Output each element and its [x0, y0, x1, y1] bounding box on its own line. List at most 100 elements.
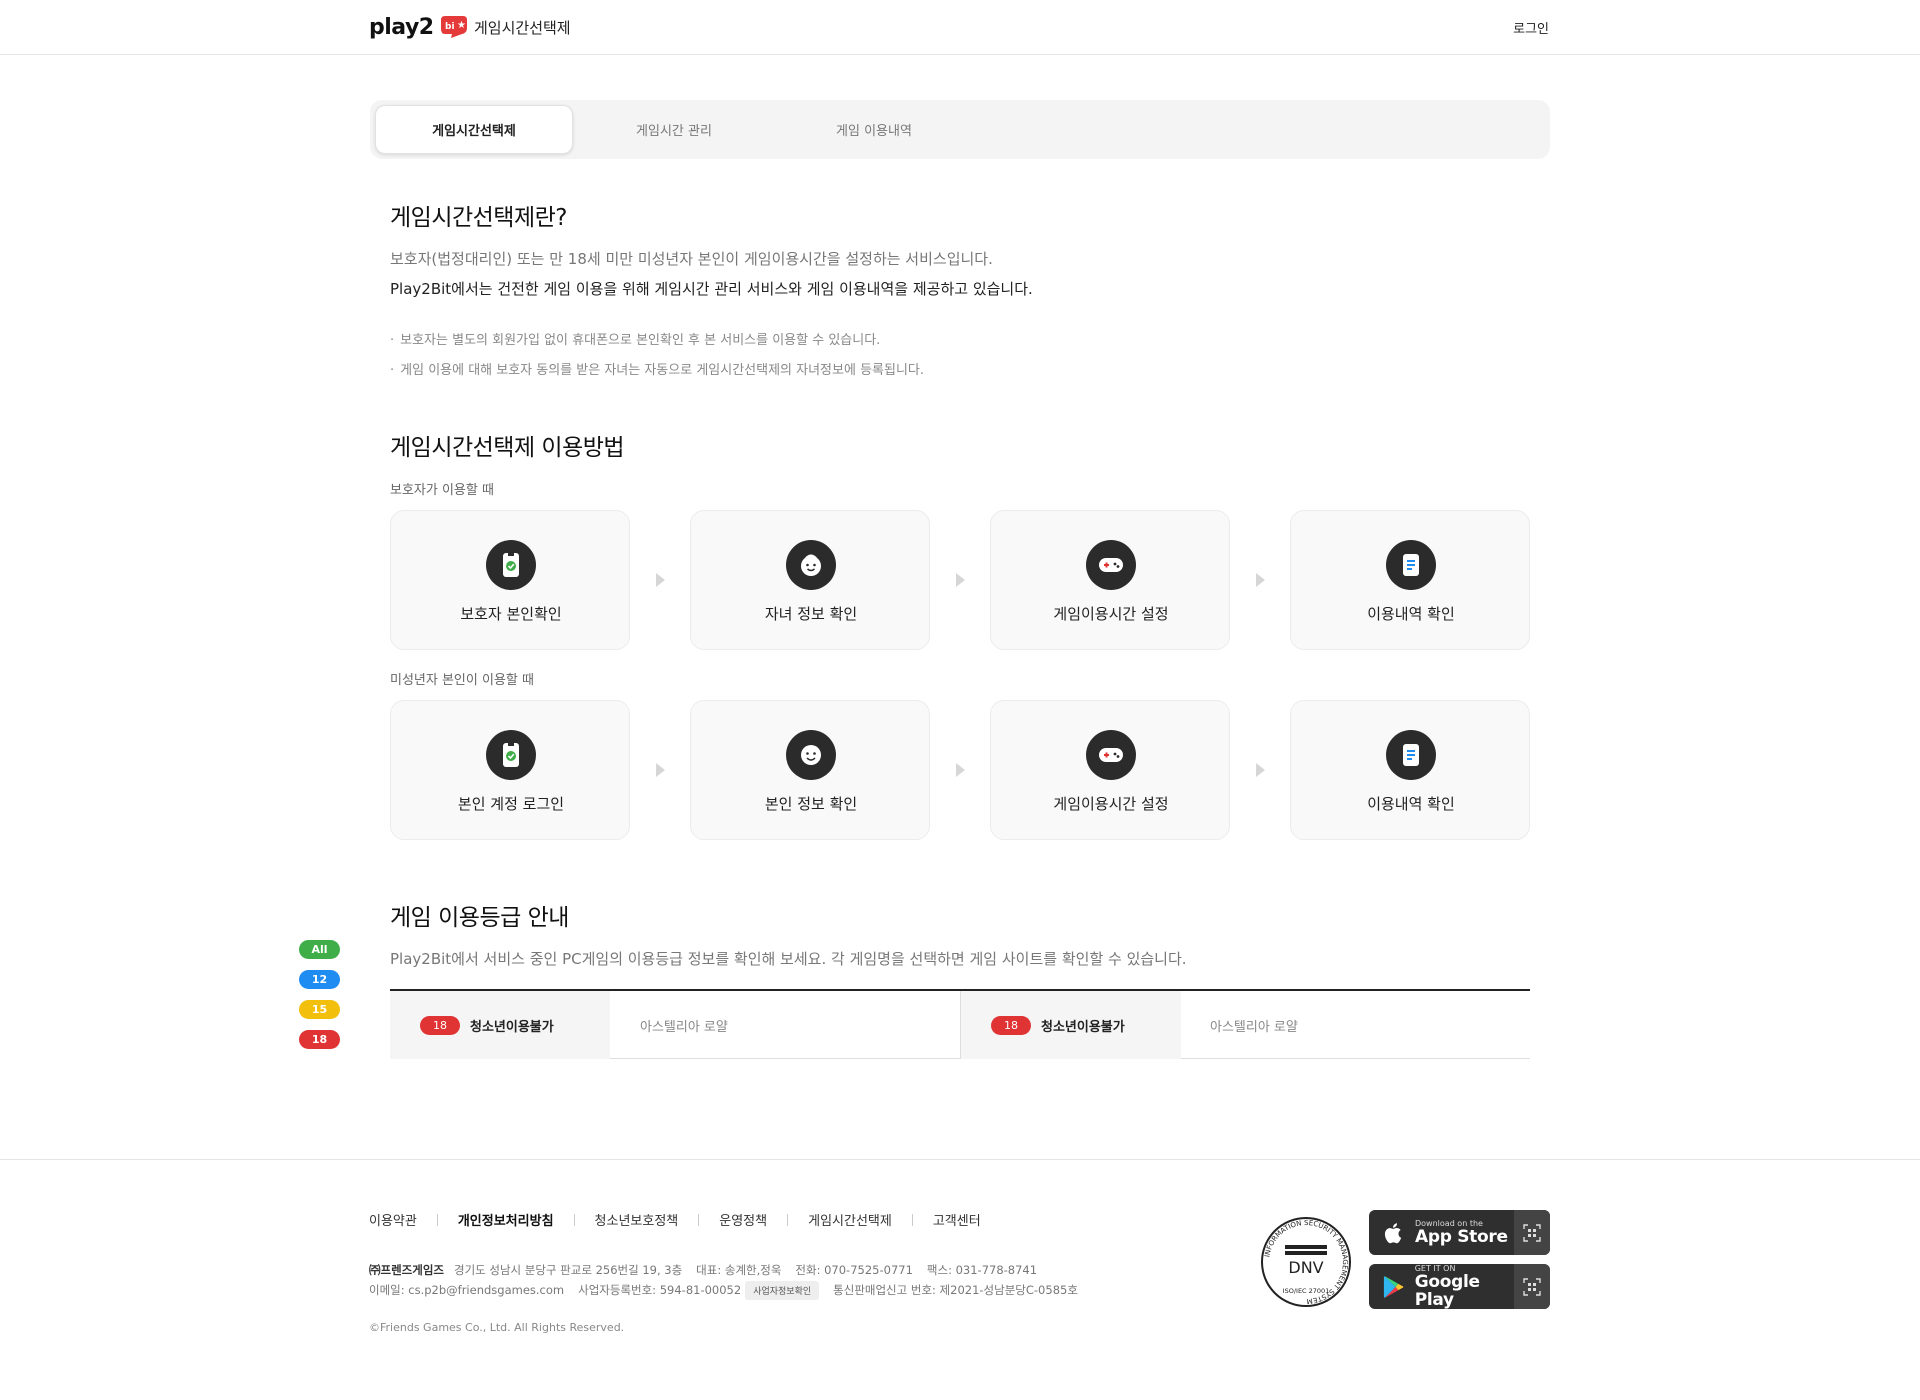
intro-desc-2: Play2Bit에서는 건전한 게임 이용을 위해 게임시간 관리 서비스와 게… [390, 280, 1033, 298]
step-label: 이용내역 확인 [1367, 605, 1455, 623]
svg-text:bi: bi [445, 22, 455, 32]
footer-link-privacy[interactable]: 개인정보처리방침 [458, 1210, 554, 1229]
step-card-game-time: 게임이용시간 설정 [990, 510, 1230, 650]
step-label: 보호자 본인확인 [460, 605, 562, 623]
intro-bullet-2: 게임 이용에 대해 보호자 동의를 받은 자녀는 자동으로 게임시간선택제의 자… [390, 359, 924, 378]
footer-link-youth-policy[interactable]: 청소년보호정책 [595, 1210, 679, 1229]
service-name: 게임시간선택제 [474, 19, 571, 37]
game-link-astellia[interactable]: 아스텔리아 로얄 [1210, 991, 1298, 1059]
step-label: 본인 계정 로그인 [457, 795, 565, 813]
child-face-icon [786, 540, 836, 590]
logo-badge-icon: bi ★ [440, 16, 467, 38]
step-label: 이용내역 확인 [1367, 795, 1455, 813]
step-card-history: 이용내역 확인 [1290, 700, 1530, 840]
step-label: 게임이용시간 설정 [1053, 795, 1169, 813]
document-icon [1386, 540, 1436, 590]
app-store-button[interactable]: Download on the App Store [1369, 1210, 1550, 1255]
tab-bar: 게임시간선택제 게임시간 관리 게임 이용내역 [370, 100, 1550, 159]
company-biz-no: 사업자등록번호: 594-81-00052 [578, 1283, 742, 1297]
phone-check-icon [486, 730, 536, 780]
step-card-self-info: 본인 정보 확인 [690, 700, 930, 840]
company-address: 경기도 성남시 분당구 판교로 256번길 19, 3층 [453, 1263, 683, 1277]
arrow-right-icon [1256, 763, 1265, 777]
rating-text: 청소년이용불가 [470, 1019, 554, 1035]
apple-icon [1384, 1222, 1402, 1243]
step-label: 자녀 정보 확인 [764, 605, 858, 623]
grade-title: 게임 이용등급 안내 [390, 905, 569, 931]
footer-separator [911, 1213, 913, 1226]
footer-links: 이용약관 개인정보처리방침 청소년보호정책 운영정책 게임시간선택제 고객센터 [369, 1210, 981, 1229]
googleplay-big-text: Google Play [1414, 1272, 1480, 1309]
intro-desc-1: 보호자(법정대리인) 또는 만 18세 미만 미성년자 본인이 게임이용시간을 … [390, 250, 993, 268]
svg-text:★: ★ [457, 20, 466, 31]
grade-desc: Play2Bit에서 서비스 중인 PC게임의 이용등급 정보를 확인해 보세요… [390, 950, 1187, 968]
biz-info-button[interactable]: 사업자정보확인 [745, 1281, 820, 1300]
dnv-label: DNV [1288, 1258, 1323, 1277]
footer-separator [787, 1213, 789, 1226]
company-name: ㈜프렌즈게임즈 [369, 1263, 444, 1277]
site-header: play2 bi ★ 게임시간선택제 로그인 [0, 0, 1920, 55]
qr-code-icon[interactable] [1514, 1264, 1550, 1309]
grade-table: 18 청소년이용불가 아스텔리아 로얄 18 청소년이용불가 아스텔리아 로얄 [390, 989, 1530, 1059]
minor-label: 미성년자 본인이 이용할 때 [390, 673, 534, 688]
arrow-right-icon [656, 763, 665, 777]
company-info-line-2: 이메일: cs.p2b@friendsgames.com 사업자등록번호: 594… [369, 1281, 1092, 1300]
rating-badge-18: 18 [299, 1030, 340, 1049]
footer-link-game-time[interactable]: 게임시간선택제 [808, 1210, 892, 1229]
rating-badge-15: 15 [299, 1000, 340, 1019]
footer-link-operation-policy[interactable]: 운영정책 [719, 1210, 767, 1229]
company-info-line-1: ㈜프렌즈게임즈 경기도 성남시 분당구 판교로 256번길 19, 3층 대표: 송… [369, 1262, 1051, 1278]
grade-rating-cell: 18 청소년이용불가 [390, 991, 610, 1059]
rating-pill-18: 18 [991, 1015, 1031, 1035]
login-link[interactable]: 로그인 [1513, 18, 1549, 37]
arrow-right-icon [956, 763, 965, 777]
footer-link-support[interactable]: 고객센터 [933, 1210, 981, 1229]
company-ceo: 대표: 송계한,정욱 [696, 1263, 782, 1277]
rating-badge-12: 12 [299, 970, 340, 989]
gamepad-icon [1086, 730, 1136, 780]
usage-title: 게임시간선택제 이용방법 [390, 435, 625, 461]
step-card-child-info: 자녀 정보 확인 [690, 510, 930, 650]
intro-title: 게임시간선택제란? [390, 205, 568, 231]
step-card-guardian-verify: 보호자 본인확인 [390, 510, 630, 650]
step-label: 게임이용시간 설정 [1053, 605, 1169, 623]
qr-code-icon[interactable] [1514, 1210, 1550, 1255]
company-phone: 전화: 070-7525-0771 [795, 1263, 913, 1277]
tab-game-time-manage[interactable]: 게임시간 관리 [575, 105, 773, 154]
gamepad-icon [1086, 540, 1136, 590]
intro-bullet-1: 보호자는 별도의 회원가입 없이 휴대폰으로 본인확인 후 본 서비스를 이용할… [390, 329, 880, 348]
google-play-icon [1383, 1275, 1404, 1298]
company-fax: 팩스: 031-778-8741 [926, 1263, 1038, 1277]
arrow-right-icon [1256, 573, 1265, 587]
company-email: 이메일: cs.p2b@friendsgames.com [369, 1283, 565, 1297]
company-mail-order: 통신판매업신고 번호: 제2021-성남분당C-0585호 [833, 1283, 1078, 1297]
rating-text: 청소년이용불가 [1041, 1019, 1125, 1035]
step-card-minor-login: 본인 계정 로그인 [390, 700, 630, 840]
tab-game-history[interactable]: 게임 이용내역 [775, 105, 973, 154]
arrow-right-icon [656, 573, 665, 587]
tab-game-time-choice[interactable]: 게임시간선택제 [375, 105, 573, 154]
appstore-big-text: App Store [1415, 1227, 1508, 1247]
phone-check-icon [486, 540, 536, 590]
step-card-game-time: 게임이용시간 설정 [990, 700, 1230, 840]
smile-face-icon [786, 730, 836, 780]
guardian-label: 보호자가 이용할 때 [390, 483, 494, 498]
step-label: 본인 정보 확인 [764, 795, 858, 813]
footer-separator [698, 1213, 700, 1226]
site-footer: 이용약관 개인정보처리방침 청소년보호정책 운영정책 게임시간선택제 고객센터 … [0, 1159, 1920, 1400]
rating-pill-18: 18 [420, 1015, 460, 1035]
game-link-astellia[interactable]: 아스텔리아 로얄 [640, 991, 728, 1059]
step-card-history: 이용내역 확인 [1290, 510, 1530, 650]
logo-text: play2 [369, 14, 434, 40]
copyright: ©Friends Games Co., Ltd. All Rights Rese… [369, 1321, 625, 1334]
grade-rating-cell: 18 청소년이용불가 [961, 991, 1181, 1059]
footer-separator [573, 1213, 575, 1226]
footer-separator [436, 1213, 438, 1226]
arrow-right-icon [956, 573, 965, 587]
google-play-button[interactable]: GET IT ON Google Play [1369, 1264, 1550, 1309]
play2bit-logo[interactable]: play2 bi ★ [369, 13, 469, 41]
rating-badge-all: All [299, 940, 340, 959]
dnv-certification-seal: INFORMATION SECURITY MANAGEMENT SYSTEM D… [1261, 1217, 1351, 1307]
dnv-iso-label: ISO/IEC 27001 [1283, 1287, 1330, 1295]
footer-link-terms[interactable]: 이용약관 [369, 1210, 417, 1229]
